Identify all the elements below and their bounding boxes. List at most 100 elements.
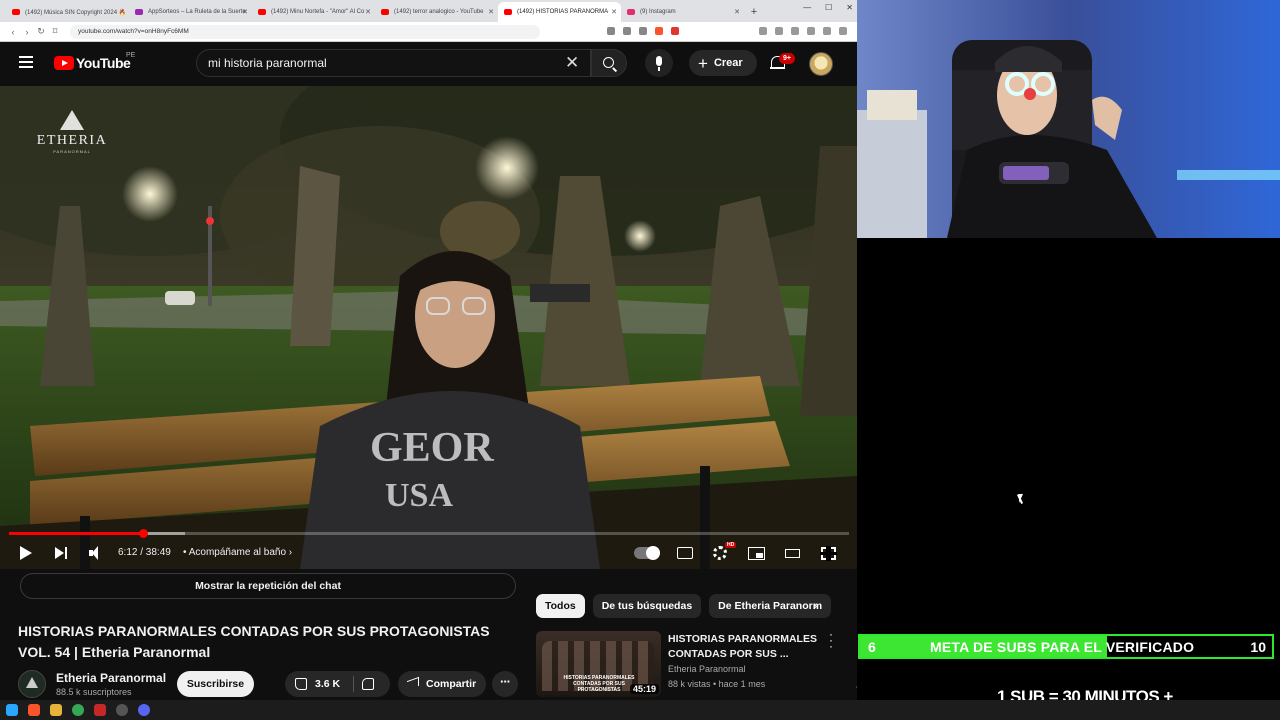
more-actions-icon[interactable]: ···	[492, 671, 518, 697]
etheria-logo-icon	[60, 110, 84, 130]
next-video-icon[interactable]	[55, 546, 69, 560]
reload-icon[interactable]: ↻	[34, 26, 48, 37]
like-icon[interactable]	[295, 678, 307, 690]
create-button[interactable]: + Crear	[689, 50, 757, 76]
country-code: PE	[126, 52, 136, 59]
url-text: youtube.com/watch?v=onH8nyFc6MM	[78, 28, 189, 35]
subtitles-icon[interactable]	[677, 547, 693, 559]
stream-overlay-area	[857, 238, 1280, 700]
bookmark-icon[interactable]: ⌑	[48, 26, 62, 37]
menu-icon[interactable]	[839, 27, 847, 35]
dislike-icon[interactable]	[362, 678, 374, 690]
miniplayer-icon[interactable]	[748, 547, 765, 560]
chapter-title[interactable]: • Acompáñame al baño ›	[183, 547, 292, 558]
video-player[interactable]: GEOR USA ETHERIA PARANORMAL 6:12 / 38:49…	[0, 86, 857, 569]
tab-close-icon[interactable]: ✕	[119, 8, 125, 16]
browser-tab[interactable]: (1492) HISTORIAS PARANORMA ✕	[498, 2, 621, 22]
channel-name[interactable]: Etheria Paranormal	[56, 671, 166, 685]
theater-mode-icon[interactable]	[785, 549, 800, 558]
show-chat-replay-button[interactable]: Mostrar la repetición del chat	[20, 573, 516, 599]
tab-label: (1492) Música SIN Copyright 2024 🔥	[25, 9, 127, 16]
windows-start-icon[interactable]	[6, 704, 18, 716]
channel-avatar[interactable]	[18, 670, 46, 698]
browser-window: (1492) Música SIN Copyright 2024 🔥 ✕ AppSo…	[0, 0, 861, 700]
extension-icon[interactable]	[607, 27, 615, 35]
new-tab-button[interactable]: +	[744, 2, 764, 22]
settings-gear-icon[interactable]	[713, 546, 727, 560]
download-icon[interactable]	[807, 27, 815, 35]
autoplay-toggle[interactable]	[634, 546, 660, 560]
recommendation-meta: 88 k vistas • hace 1 mes	[668, 679, 766, 689]
search-button[interactable]	[591, 49, 627, 77]
youtube-header: YouTube PE mi historia paranormal ✕ + Cr…	[0, 42, 857, 86]
tab-close-icon[interactable]: ✕	[611, 8, 617, 16]
url-input[interactable]: youtube.com/watch?v=onH8nyFc6MM	[70, 24, 540, 39]
notification-badge: 9+	[779, 53, 795, 64]
progress-played	[9, 532, 144, 535]
maximize-icon[interactable]: ☐	[825, 3, 832, 12]
youtube-logo[interactable]: YouTube PE	[54, 52, 135, 71]
filter-chip[interactable]: De tus búsquedas	[592, 594, 702, 618]
tab-favicon-icon	[504, 9, 512, 15]
recommendation-more-icon[interactable]: · · ·	[829, 628, 833, 652]
tab-close-icon[interactable]: ✕	[242, 8, 248, 16]
filter-chip[interactable]: Todos	[536, 594, 585, 618]
subscribe-button[interactable]: Suscribirse	[177, 671, 254, 697]
vpn-icon[interactable]	[823, 27, 831, 35]
browser-tab[interactable]: AppSorteos – La Ruleta de la Suerte ✕	[129, 2, 252, 22]
browser-tab[interactable]: (9) Instagram ✕	[621, 2, 744, 22]
svg-text:GEOR: GEOR	[370, 425, 494, 471]
tab-favicon-icon	[381, 9, 389, 15]
browser-tab[interactable]: (1492) Música SIN Copyright 2024 🔥 ✕	[6, 2, 129, 22]
back-icon[interactable]: ‹	[6, 27, 20, 37]
hd-badge: HD	[725, 542, 737, 548]
clear-search-icon[interactable]: ✕	[565, 54, 579, 71]
tab-close-icon[interactable]: ✕	[734, 8, 740, 16]
browser-tab[interactable]: (1492) Minu Nortefa - "Amor" Al Co ✕	[252, 2, 375, 22]
like-dislike-group: 3.6 K	[285, 671, 390, 697]
user-avatar[interactable]	[809, 52, 833, 76]
share-button[interactable]: Compartir	[398, 671, 486, 697]
recommendation-channel[interactable]: Etheria Paranormal	[668, 664, 746, 674]
browser-tab[interactable]: (1492) terror analogico - YouTube ✕	[375, 2, 498, 22]
extension-icons	[607, 27, 679, 35]
play-icon[interactable]	[20, 546, 32, 560]
discord-icon[interactable]	[138, 704, 150, 716]
like-count[interactable]: 3.6 K	[315, 678, 340, 690]
brave-shield-icon[interactable]	[655, 27, 663, 35]
app-icon[interactable]	[94, 704, 106, 716]
menu-hamburger-icon[interactable]	[19, 56, 33, 68]
address-bar: ‹ › ↻ ⌑ youtube.com/watch?v=onH8nyFc6MM	[0, 22, 857, 42]
share-page-icon[interactable]	[639, 27, 647, 35]
webcam-feed	[857, 0, 1280, 238]
svg-text:USA: USA	[385, 477, 453, 514]
fullscreen-icon[interactable]	[820, 546, 837, 561]
chrome-icon[interactable]	[72, 704, 84, 716]
related-chips: Todos De tus búsquedas De Etheria Paranorm	[536, 594, 832, 618]
close-icon[interactable]: ✕	[846, 3, 853, 12]
recommendation-title[interactable]: HISTORIAS PARANORMALES CONTADAS POR SUS …	[668, 632, 818, 662]
tab-close-icon[interactable]: ✕	[488, 8, 494, 16]
forward-icon[interactable]: ›	[20, 27, 34, 37]
chips-next-icon[interactable]: ›	[813, 598, 817, 613]
subscriber-goal-bar: 6 META DE SUBS PARA EL VERIFICADO 10	[858, 634, 1274, 659]
progress-bar[interactable]	[9, 529, 849, 538]
brave-rewards-icon[interactable]	[671, 27, 679, 35]
minimize-icon[interactable]: —	[803, 3, 811, 12]
tab-bar: (1492) Música SIN Copyright 2024 🔥 ✕ AppSo…	[0, 0, 857, 22]
search-input[interactable]: mi historia paranormal	[196, 49, 591, 77]
create-label: Crear	[713, 57, 743, 69]
sidebar-icon[interactable]	[775, 27, 783, 35]
brave-browser-icon[interactable]	[28, 704, 40, 716]
goal-current: 6	[868, 639, 876, 655]
tab-close-icon[interactable]: ✕	[365, 8, 371, 16]
file-explorer-icon[interactable]	[50, 704, 62, 716]
voice-search-mic-icon[interactable]	[645, 49, 673, 77]
zoom-icon[interactable]	[623, 27, 631, 35]
chapter-text: • Acompáñame al baño	[183, 547, 287, 558]
media-icon[interactable]	[759, 27, 767, 35]
goal-target: 10	[1250, 639, 1266, 655]
volume-icon[interactable]	[89, 546, 105, 560]
obs-icon[interactable]	[116, 704, 128, 716]
extensions-puzzle-icon[interactable]	[791, 27, 799, 35]
